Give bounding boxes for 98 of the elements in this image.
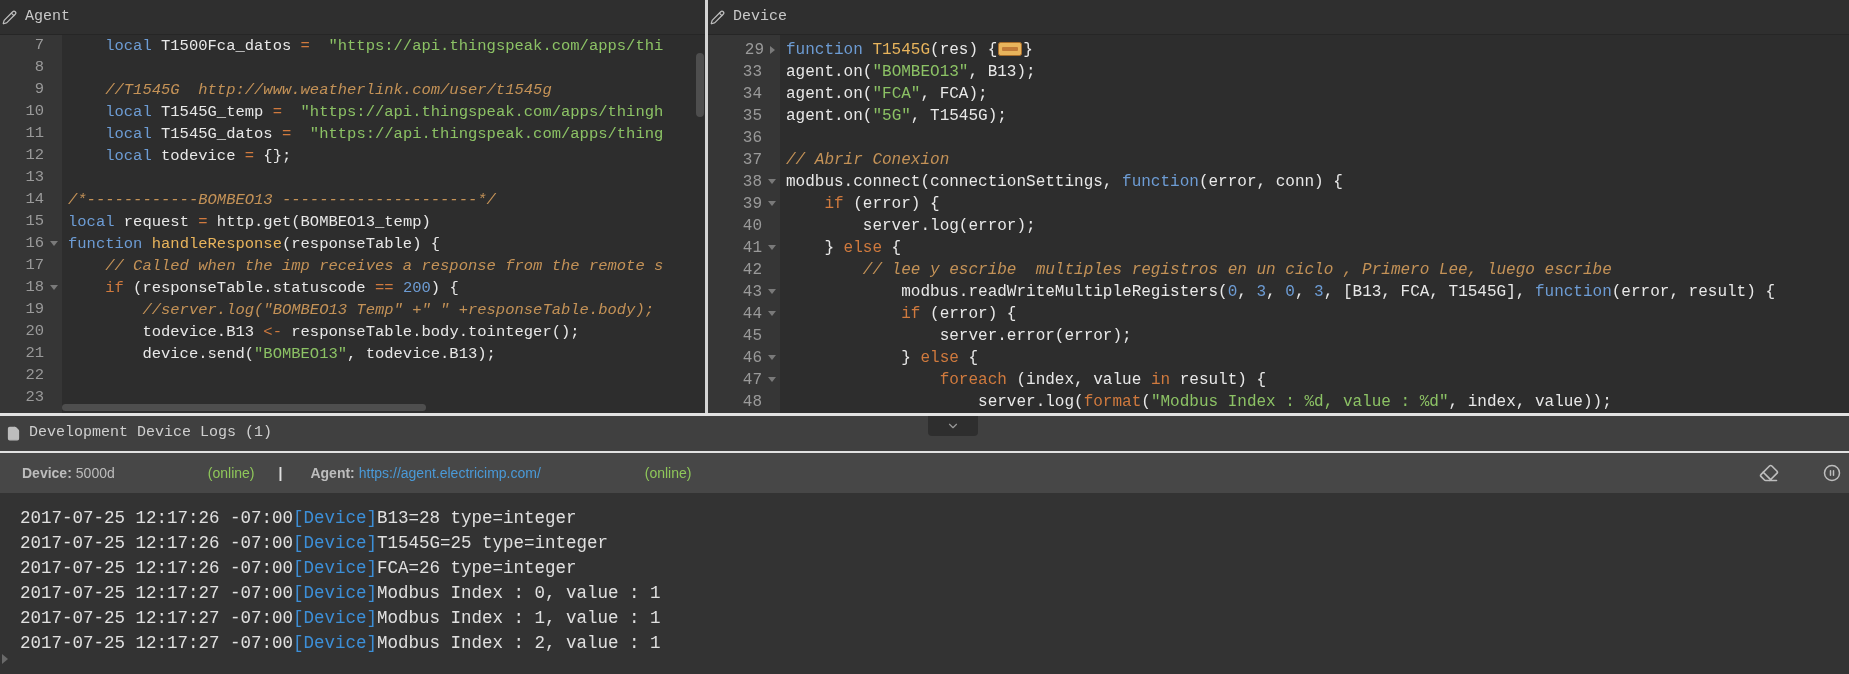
code-line: function T1545G(res) { } [786, 40, 1033, 61]
line-number: 20 [25, 321, 44, 343]
line-number: 17 [25, 255, 44, 277]
code-line: local todevice = {}; [104, 146, 292, 167]
line-number: 23 [25, 387, 44, 409]
line-number: 34 [742, 84, 762, 105]
line-number: 33 [742, 62, 762, 83]
line-number: 13 [25, 167, 44, 189]
agent-label: Agent: [310, 463, 355, 483]
code-line: } else { [900, 348, 979, 369]
code-line: if (error) { [823, 194, 940, 215]
expand-arrow-icon[interactable] [2, 654, 8, 664]
code-line: foreach (index, value in result) { [938, 370, 1267, 391]
device-id: 5000d [75, 463, 116, 483]
code-line: server.log(error); [861, 216, 1036, 237]
code-line: /*------------BOMBEO13 ---------------------*/ [68, 190, 496, 211]
code-line: // Called when the imp receives a response from the remote s [104, 256, 664, 277]
code-line: local T1545G_temp = "https://api.thingspeak.com/apps/thingh [104, 102, 664, 123]
fold-arrow-icon[interactable] [50, 285, 58, 291]
code-line: server.log(format("Modbus Index : %d, value : %d", index, value)); [977, 392, 1612, 413]
code-line: } else { [823, 238, 902, 259]
line-number: 35 [742, 106, 762, 127]
line-number: 7 [34, 35, 44, 57]
line-number: 38 [742, 172, 762, 193]
line-number: 19 [25, 299, 44, 321]
code-line: function handleResponse(responseTable) { [68, 234, 441, 255]
line-number: 47 [742, 370, 762, 391]
line-number: 39 [742, 194, 762, 215]
eraser-icon[interactable] [1759, 463, 1779, 483]
log-line: 2017-07-25 12:17:26 -07:00[Device]FCA=26 type=integer [20, 557, 577, 581]
fold-arrow-icon[interactable] [50, 241, 58, 247]
line-number: 16 [25, 233, 44, 255]
device-label: Device: [22, 463, 72, 483]
vertical-scrollbar[interactable] [696, 53, 704, 117]
agent-url-link[interactable]: https://agent.electricimp.com/ [358, 462, 645, 484]
pencil-icon [2, 9, 17, 25]
code-line: server.error(error); [938, 326, 1132, 347]
log-line: 2017-07-25 12:17:27 -07:00[Device]Modbus Index : 1, value : 1 [20, 607, 661, 631]
line-number: 21 [25, 343, 44, 365]
line-number: 37 [742, 150, 762, 171]
line-number: 18 [25, 277, 44, 299]
line-number: 11 [25, 123, 44, 145]
log-line: 2017-07-25 12:17:27 -07:00[Device]Modbus Index : 0, value : 1 [20, 582, 661, 606]
line-number: 41 [742, 238, 762, 259]
code-line: if (responseTable.statuscode == 200) { [104, 278, 459, 299]
line-number: 48 [742, 392, 762, 413]
code-line: local T1500Fca_datos = "https://api.thingspeak.com/apps/thi [104, 36, 664, 57]
line-number: 29 [744, 40, 764, 61]
line-number: 40 [742, 216, 762, 237]
line-number: 22 [25, 365, 44, 387]
horizontal-scrollbar[interactable] [62, 404, 426, 411]
fold-arrow-icon[interactable] [768, 355, 776, 361]
line-number: 10 [25, 101, 44, 123]
fold-arrow-icon[interactable] [768, 179, 776, 185]
pencil-icon [710, 9, 725, 25]
fold-arrow-icon[interactable] [768, 311, 776, 317]
code-line: if (error) { [900, 304, 1017, 325]
line-number: 12 [25, 145, 44, 167]
fold-arrow-icon[interactable] [770, 46, 776, 54]
line-number: 42 [742, 260, 762, 281]
line-number: 43 [742, 282, 762, 303]
line-number: 44 [742, 304, 762, 325]
code-line: // lee y escribe multiples registros en un ciclo , Primero Lee, luego escribe [861, 260, 1612, 281]
line-number: 36 [742, 128, 762, 149]
code-line: agent.on("5G", T1545G); [786, 106, 1007, 127]
line-number: 15 [25, 211, 44, 233]
line-number: 46 [742, 348, 762, 369]
code-line: modbus.connect(connectionSettings, function(error, conn) { [786, 172, 1343, 193]
panel-title: Agent [25, 6, 70, 27]
log-line: 2017-07-25 12:17:26 -07:00[Device]B13=28 type=integer [20, 507, 577, 531]
folded-code-icon[interactable] [998, 42, 1023, 56]
log-line: 2017-07-25 12:17:26 -07:00[Device]T1545G=25 type=integer [20, 532, 609, 556]
line-number: 45 [742, 326, 762, 347]
code-line: device.send("BOMBEO13", todevice.B13); [141, 344, 496, 365]
logs-title: Development Device Logs (1) [29, 423, 273, 444]
code-line: //server.log("BOMBEO13 Temp" +" " +responseTable.body); [141, 300, 654, 321]
code-line: //T1545G http://www.weatherlink.com/user/t1545g [104, 80, 552, 101]
fold-arrow-icon[interactable] [768, 377, 776, 383]
code-line: local request = http.get(BOMBEO13_temp) [68, 212, 431, 233]
fold-arrow-icon[interactable] [768, 245, 776, 251]
fold-arrow-icon[interactable] [768, 201, 776, 207]
pause-icon[interactable] [1823, 464, 1841, 482]
separator: | [278, 463, 283, 483]
code-line: agent.on("FCA", FCA); [786, 84, 988, 105]
fold-arrow-icon[interactable] [768, 289, 776, 295]
line-number: 14 [25, 189, 44, 211]
code-line: todevice.B13 <- responseTable.body.tointeger(); [141, 322, 580, 343]
code-line: local T1545G_datos = "https://api.thingspeak.com/apps/thing [104, 124, 664, 145]
log-line: 2017-07-25 12:17:27 -07:00[Device]Modbus Index : 2, value : 1 [20, 632, 661, 656]
code-line: // Abrir Conexion [786, 150, 950, 171]
file-icon [6, 426, 21, 441]
code-line: agent.on("BOMBEO13", B13); [786, 62, 1036, 83]
line-number: 8 [34, 57, 44, 79]
device-status: (online) [207, 463, 255, 483]
line-number: 9 [34, 79, 44, 101]
panel-title: Device [733, 6, 787, 27]
agent-status: (online) [644, 463, 692, 483]
code-line: modbus.readWriteMultipleRegisters(0, 3, 0, 3, [B13, FCA, T1545G], function(error, result) { [900, 282, 1775, 303]
